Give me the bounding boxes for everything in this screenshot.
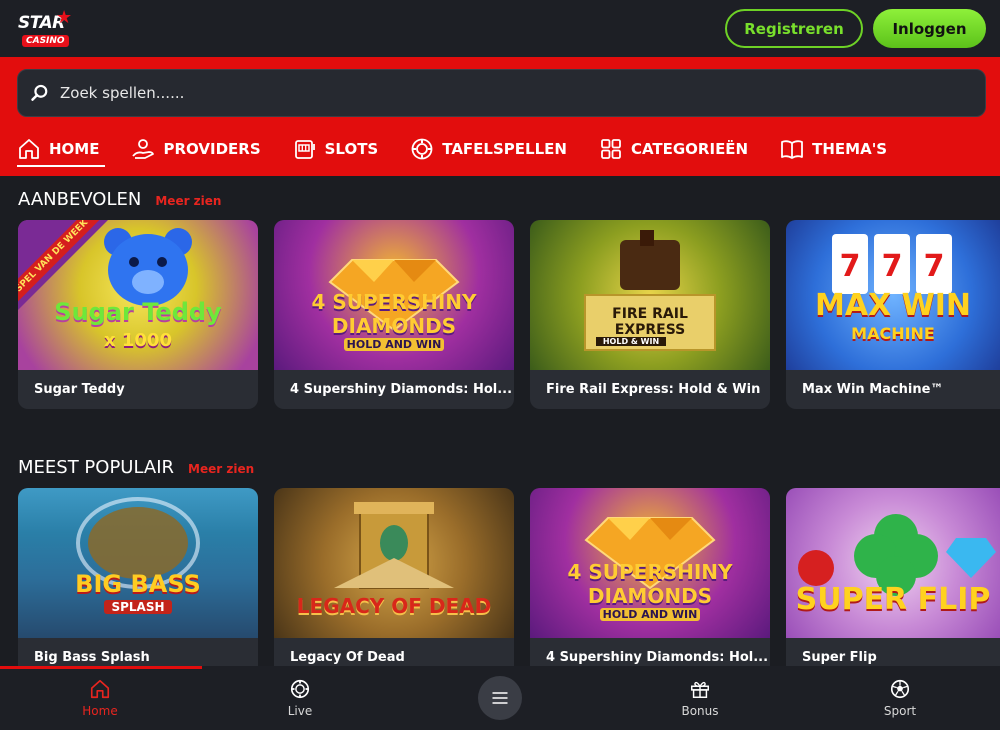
auth-buttons: Registreren Inloggen xyxy=(725,9,986,48)
slot-machine-icon xyxy=(294,140,315,159)
game-art-subtitle: MACHINE xyxy=(851,324,935,343)
game-thumbnail: FIRE RAIL EXPRESS HOLD & WIN xyxy=(530,220,770,370)
soccer-ball-icon xyxy=(890,679,910,699)
game-card-big-bass-splash[interactable]: BIG BASS SPLASH Big Bass Splash xyxy=(18,488,258,677)
bottom-nav: Home Live Bonus Sport xyxy=(0,666,1000,730)
game-art-title: FIRE RAIL EXPRESS xyxy=(612,306,688,338)
active-tab-indicator xyxy=(0,666,202,669)
search-input[interactable] xyxy=(60,84,860,102)
home-icon xyxy=(90,679,110,699)
game-thumbnail: 7 7 7 MAX WIN MACHINE xyxy=(786,220,1000,370)
game-card-sugar-teddy[interactable]: Sugar Teddy x 1000 SPEL VAN DE WEEK Suga… xyxy=(18,220,258,409)
bottom-nav-bonus[interactable]: Bonus xyxy=(600,666,800,730)
chip-icon xyxy=(411,138,433,160)
tab-slots-label: SLOTS xyxy=(324,140,379,158)
see-more-link[interactable]: Meer zien xyxy=(188,462,254,476)
section-header-meest-populair: MEEST POPULAIR Meer zien xyxy=(18,457,254,478)
tab-home[interactable]: HOME xyxy=(17,129,107,169)
tab-providers-label: PROVIDERS xyxy=(163,140,261,158)
game-name: Fire Rail Express: Hold & Win xyxy=(546,382,761,397)
search-icon xyxy=(31,84,48,101)
search-and-nav-band: HOME PROVIDERS SLOTS TAFELSPELLEN CATEGO… xyxy=(0,57,1000,176)
bottom-nav-home[interactable]: Home xyxy=(0,666,200,730)
bottom-nav-home-label: Home xyxy=(82,704,118,718)
game-thumbnail: LEGACY OF DEAD xyxy=(274,488,514,638)
svg-text:7: 7 xyxy=(924,249,945,284)
game-name: 4 Supershiny Diamonds: Hol... xyxy=(290,382,513,397)
game-art-title: LEGACY OF DEAD xyxy=(296,594,492,618)
train-art xyxy=(584,230,716,351)
game-art-subtitle: x 1000 xyxy=(104,330,172,351)
game-name: Sugar Teddy xyxy=(34,382,125,397)
game-row-aanbevolen: Sugar Teddy x 1000 SPEL VAN DE WEEK Suga… xyxy=(18,220,1000,409)
tab-themas[interactable]: THEMA'S xyxy=(780,129,887,169)
game-art-title: Sugar Teddy xyxy=(54,298,222,326)
game-art-title: MAX WIN xyxy=(814,288,971,323)
game-thumbnail: 4 SUPERSHINY DIAMONDS HOLD AND WIN xyxy=(274,220,514,370)
bottom-nav-live-label: Live xyxy=(287,704,313,718)
game-art-subtitle: HOLD & WIN xyxy=(596,337,666,346)
star-casino-logo[interactable]: STAR ★ CASINO xyxy=(16,7,76,51)
gift-icon xyxy=(691,681,709,698)
bottom-nav-live[interactable]: Live xyxy=(200,666,400,730)
game-thumbnail: 4 SUPERSHINY DIAMONDS HOLD AND WIN xyxy=(530,488,770,638)
category-nav: HOME PROVIDERS SLOTS TAFELSPELLEN CATEGO… xyxy=(17,129,919,169)
fish-art xyxy=(76,497,200,589)
top-header: STAR ★ CASINO Registreren Inloggen xyxy=(0,0,1000,57)
game-card-max-win-machine[interactable]: 7 7 7 MAX WIN MACHINE Max Win Machine™ xyxy=(786,220,1000,409)
game-card-super-flip[interactable]: SUPER FLIP Super Flip xyxy=(786,488,1000,677)
game-name: Max Win Machine™ xyxy=(802,382,944,397)
game-art-title: SUPER FLIP xyxy=(795,582,991,617)
game-thumbnail: Sugar Teddy x 1000 SPEL VAN DE WEEK xyxy=(18,220,258,370)
game-art-title: 4 SUPERSHINY DIAMONDS xyxy=(311,290,477,338)
bottom-nav-bonus-label: Bonus xyxy=(681,704,719,718)
home-icon xyxy=(19,139,39,159)
see-more-link[interactable]: Meer zien xyxy=(155,194,221,208)
game-card-supershiny-diamonds[interactable]: 4 SUPERSHINY DIAMONDS HOLD AND WIN 4 Sup… xyxy=(274,220,514,409)
bottom-nav-sport[interactable]: Sport xyxy=(800,666,1000,730)
bottom-nav-menu[interactable] xyxy=(400,666,600,730)
login-button[interactable]: Inloggen xyxy=(873,9,986,48)
game-art-title: 4 SUPERSHINY DIAMONDS xyxy=(567,560,733,608)
game-art-subtitle: SPLASH xyxy=(104,600,172,614)
bottom-nav-sport-label: Sport xyxy=(883,704,917,718)
tab-tafelspellen-label: TAFELSPELLEN xyxy=(442,140,567,158)
book-icon xyxy=(781,140,804,159)
menu-button[interactable] xyxy=(478,676,522,720)
game-thumbnail: BIG BASS SPLASH xyxy=(18,488,258,638)
section-title: AANBEVOLEN xyxy=(18,189,142,210)
game-art-subtitle: HOLD AND WIN xyxy=(344,338,444,351)
game-card-legacy-of-dead[interactable]: LEGACY OF DEAD Legacy Of Dead xyxy=(274,488,514,677)
game-card-fire-rail-express[interactable]: FIRE RAIL EXPRESS HOLD & WIN Fire Rail E… xyxy=(530,220,770,409)
providers-icon xyxy=(132,139,155,159)
section-title: MEEST POPULAIR xyxy=(18,457,175,478)
hamburger-menu-icon xyxy=(492,692,508,704)
grid-icon xyxy=(601,139,621,159)
tab-tafelspellen[interactable]: TAFELSPELLEN xyxy=(410,129,567,169)
section-header-aanbevolen: AANBEVOLEN Meer zien xyxy=(18,189,221,210)
game-art-title: BIG BASS xyxy=(75,570,201,598)
tab-home-label: HOME xyxy=(49,140,100,158)
svg-text:7: 7 xyxy=(840,249,861,284)
logo-star-icon: ★ xyxy=(56,6,73,28)
game-thumbnail: SUPER FLIP xyxy=(786,488,1000,638)
svg-text:7: 7 xyxy=(882,249,903,284)
register-button[interactable]: Registreren xyxy=(725,9,863,48)
chip-icon xyxy=(290,679,310,699)
tab-categorieen-label: CATEGORIEËN xyxy=(630,140,749,158)
game-art-subtitle: HOLD AND WIN xyxy=(600,608,700,621)
tab-categorieen[interactable]: CATEGORIEËN xyxy=(599,129,748,169)
tab-providers[interactable]: PROVIDERS xyxy=(131,129,261,169)
game-row-meest-populair: BIG BASS SPLASH Big Bass Splash LEGACY O… xyxy=(18,488,1000,677)
search-bar[interactable] xyxy=(17,69,986,117)
logo-sub: CASINO xyxy=(22,34,69,47)
tab-slots[interactable]: SLOTS xyxy=(293,129,379,169)
tab-themas-label: THEMA'S xyxy=(812,140,888,158)
game-card-supershiny-diamonds-2[interactable]: 4 SUPERSHINY DIAMONDS HOLD AND WIN 4 Sup… xyxy=(530,488,770,677)
